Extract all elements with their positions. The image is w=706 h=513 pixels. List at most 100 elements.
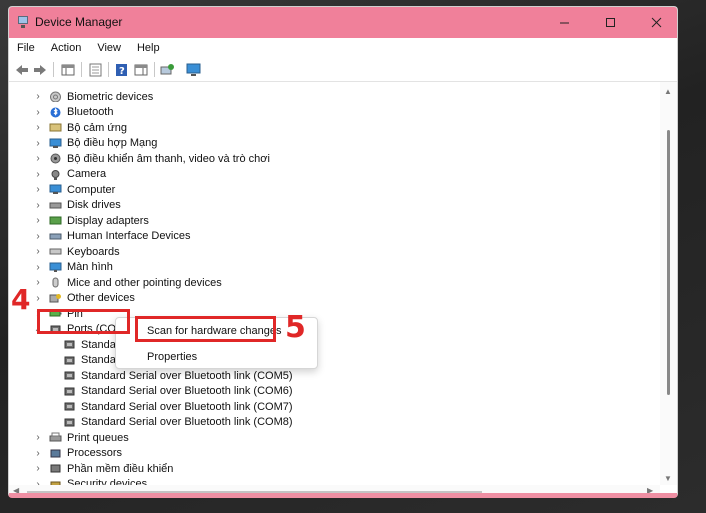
tree-category-item[interactable]: › Bluetooth	[33, 105, 113, 120]
tree-item-label: Standar	[81, 338, 120, 351]
svg-text:?: ?	[119, 66, 125, 77]
scroll-up-arrow-icon[interactable]: ▲	[664, 87, 672, 96]
tree-child-item[interactable]: Standard Serial over Bluetooth link (COM…	[63, 384, 293, 399]
toolbar-separator	[154, 62, 155, 77]
chevron-right-icon[interactable]: ›	[33, 432, 43, 443]
tree-item-label: Standar	[81, 354, 120, 366]
back-button[interactable]	[13, 61, 30, 78]
tree-item-label: Màn hình	[67, 261, 113, 273]
tree-item-label: Display adapters	[67, 214, 149, 227]
step-4-annotation: 4	[11, 283, 31, 316]
menu-help[interactable]: Help	[129, 42, 168, 54]
tree-item-label: Standard Serial over Bluetooth link (COM…	[81, 416, 293, 428]
port-icon	[64, 356, 75, 364]
tree-category-item[interactable]: › Other devices	[33, 291, 135, 306]
chevron-right-icon[interactable]: ›	[33, 153, 43, 164]
scroll-down-arrow-icon[interactable]: ▼	[664, 474, 672, 483]
chevron-right-icon[interactable]: ›	[33, 215, 43, 226]
action-pane-button[interactable]	[132, 61, 149, 78]
tree-category-item[interactable]: › Phần mềm điều khiển	[33, 461, 173, 476]
toolbar-separator	[53, 62, 54, 77]
horizontal-scroll-thumb[interactable]	[27, 491, 482, 493]
properties-sheet-icon	[89, 63, 102, 76]
horizontal-scrollbar[interactable]: ◀ ▶	[9, 485, 660, 493]
properties-toolbar-button[interactable]	[87, 61, 104, 78]
computer-toolbar-button[interactable]	[185, 61, 202, 78]
tree-item-label: Bộ điều hợp Mạng	[67, 137, 158, 149]
chevron-right-icon[interactable]: ›	[33, 231, 43, 242]
tree-category-item[interactable]: › Bộ cảm ứng	[33, 120, 127, 135]
tree-category-item[interactable]: › Print queues	[33, 430, 128, 445]
tree-item-label: Mice and other pointing devices	[67, 276, 222, 289]
toolbar-separator	[81, 62, 82, 77]
chevron-right-icon[interactable]: ›	[33, 91, 43, 102]
chevron-right-icon[interactable]: ›	[33, 122, 43, 133]
chevron-right-icon[interactable]: ›	[33, 262, 43, 273]
menu-action[interactable]: Action	[43, 42, 90, 54]
hid-icon	[49, 233, 62, 239]
tree-item-label: Camera	[67, 168, 107, 180]
tree-category-item[interactable]: › Computer	[33, 182, 115, 197]
close-button[interactable]	[633, 7, 677, 38]
tree-child-item[interactable]: Standard Serial over Bluetooth link (COM…	[63, 368, 293, 383]
sensor-icon	[49, 123, 62, 132]
highlight-scan-box	[135, 316, 276, 342]
device-tree: › Biometric devices › Bluetooth › Bộ cảm ứng ›…	[9, 82, 660, 485]
tree-category-item[interactable]: › Màn hình	[33, 260, 113, 275]
camera-icon	[51, 169, 60, 180]
toolbar-separator	[108, 62, 109, 77]
forward-button[interactable]	[31, 61, 48, 78]
title-bar[interactable]: Device Manager	[9, 7, 677, 38]
chevron-right-icon[interactable]: ›	[33, 200, 43, 211]
tree-category-item[interactable]: › Human Interface Devices	[33, 229, 191, 244]
chevron-right-icon[interactable]: ›	[33, 463, 43, 474]
tree-child-item[interactable]: Standard Serial over Bluetooth link (COM…	[63, 399, 293, 414]
fingerprint-icon	[50, 91, 61, 102]
tree-category-item[interactable]: › Bộ điều khiển âm thanh, video và trò ch…	[33, 151, 270, 166]
disk-drive-icon	[49, 202, 62, 208]
tree-category-item[interactable]: › Security devices	[33, 477, 147, 485]
tree-category-item[interactable]: › Keyboards	[33, 244, 119, 259]
menu-file[interactable]: File	[9, 42, 43, 54]
port-icon	[64, 418, 75, 426]
chevron-right-icon[interactable]: ›	[33, 448, 43, 459]
scroll-left-arrow-icon[interactable]: ◀	[13, 486, 19, 493]
tree-child-item[interactable]: Standar	[63, 337, 120, 352]
menu-view[interactable]: View	[89, 42, 129, 54]
tree-category-item[interactable]: › Mice and other pointing devices	[33, 275, 222, 290]
scan-hardware-toolbar-button[interactable]	[159, 61, 176, 78]
vertical-scroll-thumb[interactable]	[667, 130, 670, 395]
minimize-icon	[559, 22, 569, 24]
tree-item-label: Human Interface Devices	[67, 230, 191, 242]
mouse-icon	[52, 277, 59, 288]
monitor-icon	[49, 262, 62, 272]
tree-child-item[interactable]: Standard Serial over Bluetooth link (COM…	[63, 415, 293, 430]
chevron-right-icon[interactable]: ›	[33, 169, 43, 180]
tree-child-item[interactable]: Standar	[63, 353, 120, 368]
tree-category-item[interactable]: › Camera	[33, 167, 106, 182]
tree-category-item[interactable]: › Processors	[33, 446, 122, 461]
tree-category-item[interactable]: › Bộ điều hợp Mạng	[33, 136, 157, 151]
maximize-icon	[605, 18, 615, 27]
help-toolbar-button[interactable]: ?	[113, 61, 130, 78]
chevron-right-icon[interactable]: ›	[33, 246, 43, 257]
chevron-right-icon[interactable]: ›	[33, 138, 43, 149]
tree-category-item[interactable]: › Disk drives	[33, 198, 120, 213]
tree-item-label: Phần mềm điều khiển	[67, 462, 174, 475]
chevron-right-icon[interactable]: ›	[33, 277, 43, 288]
chevron-right-icon[interactable]: ›	[33, 293, 43, 304]
tree-category-item[interactable]: › Biometric devices	[33, 89, 153, 104]
other-devices-icon	[49, 293, 61, 302]
chevron-right-icon[interactable]: ›	[33, 107, 43, 118]
tree-category-item[interactable]: › Display adapters	[33, 213, 149, 228]
minimize-button[interactable]	[541, 7, 587, 38]
properties-item[interactable]: Properties	[147, 351, 197, 363]
chevron-right-icon[interactable]: ›	[33, 184, 43, 195]
maximize-button[interactable]	[587, 7, 633, 38]
port-icon	[64, 340, 75, 349]
show-hide-console-tree-button[interactable]	[59, 61, 76, 78]
scan-hardware-icon	[160, 63, 174, 74]
scroll-right-arrow-icon[interactable]: ▶	[647, 486, 653, 493]
tree-item-label: Processors	[67, 447, 123, 459]
vertical-scrollbar[interactable]: ▲ ▼	[660, 82, 677, 485]
